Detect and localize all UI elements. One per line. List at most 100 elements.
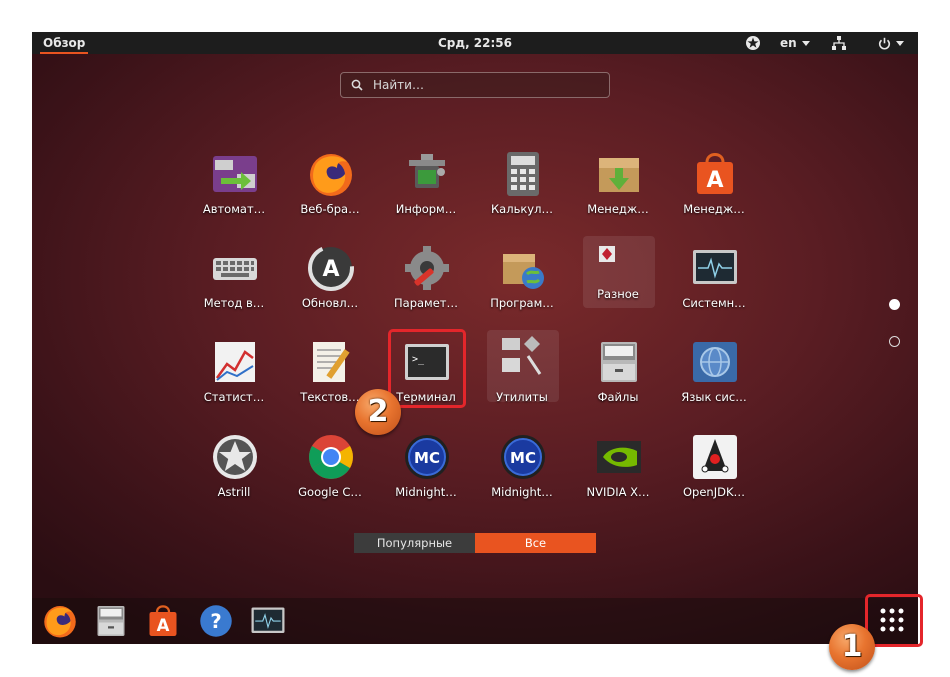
java-duke-icon: [693, 435, 737, 479]
app-info[interactable]: Информ…: [381, 138, 471, 222]
automation-icon: [213, 156, 257, 192]
app-input-method[interactable]: Метод в…: [189, 232, 279, 316]
app-label: Язык сис…: [681, 390, 747, 404]
step-badge-2: 2: [355, 389, 401, 435]
utilities-folder-icon: [502, 336, 542, 375]
archive-box-icon: [599, 158, 639, 192]
desktop-screen: Обзор Срд, 22:56 en Автомат… Веб-бра… Ин…: [32, 32, 918, 644]
app-label: Менедж…: [683, 202, 745, 216]
chrome-icon: [309, 435, 353, 479]
app-firefox[interactable]: Веб-бра…: [285, 138, 375, 222]
app-label: Метод в…: [203, 296, 265, 310]
app-files[interactable]: Файлы: [573, 326, 663, 410]
app-label: Системн…: [682, 296, 746, 310]
help-icon[interactable]: ?: [198, 603, 234, 639]
app-label: Информ…: [395, 202, 457, 216]
dock: A ?: [32, 598, 918, 644]
file-cabinet-icon: [601, 342, 637, 382]
app-label: Автомат…: [202, 202, 266, 216]
app-nvidia-settings[interactable]: NVIDIA X…: [573, 421, 663, 505]
app-label: Статист…: [203, 390, 265, 404]
power-icon[interactable]: [878, 32, 904, 54]
top-bar: Обзор Срд, 22:56 en: [32, 32, 918, 54]
software-bag-icon[interactable]: A: [145, 603, 181, 639]
page-dot[interactable]: [889, 336, 900, 347]
search-input[interactable]: [371, 77, 595, 93]
astrill-star-icon: [213, 435, 257, 479]
language-label: en: [780, 36, 797, 50]
terminal-highlight-box: [388, 329, 466, 408]
app-language-support[interactable]: Язык сис…: [669, 326, 759, 410]
step-badge-1: 1: [829, 624, 875, 670]
files-icon[interactable]: [93, 603, 129, 639]
updater-icon: A: [308, 245, 354, 291]
app-label: Midnight…: [395, 485, 457, 499]
app-midnight-commander-1[interactable]: MC Midnight…: [381, 421, 471, 505]
app-calculator[interactable]: Калькул…: [477, 138, 567, 222]
app-label: Midnight…: [491, 485, 553, 499]
software-sources-icon: [503, 254, 544, 289]
app-label: Калькул…: [491, 202, 553, 216]
system-monitor-icon[interactable]: [250, 603, 286, 639]
chevron-down-icon: [896, 40, 904, 46]
folder-misc[interactable]: Разное: [573, 232, 663, 316]
text-editor-icon: [313, 342, 350, 382]
chevron-down-icon: [801, 40, 810, 46]
app-label: Менедж…: [587, 202, 649, 216]
network-icon[interactable]: [832, 32, 846, 54]
app-label: Обновл…: [301, 296, 359, 310]
app-midnight-commander-2[interactable]: MC Midnight…: [477, 421, 567, 505]
folder-label: Утилиты: [496, 390, 548, 404]
astrill-tray-icon[interactable]: [745, 32, 761, 54]
app-settings[interactable]: Парамет…: [381, 232, 471, 316]
clock-label[interactable]: Срд, 22:56: [438, 36, 512, 50]
tab-all[interactable]: Все: [475, 533, 596, 553]
search-box[interactable]: [340, 72, 610, 98]
page-dot-active[interactable]: [889, 299, 900, 310]
folder-utilities[interactable]: Утилиты: [477, 326, 567, 410]
app-software-updater[interactable]: A Обновл…: [285, 232, 375, 316]
software-bag-icon: A: [697, 153, 733, 194]
midnight-commander-icon: MC: [501, 435, 545, 479]
app-label: Google C…: [298, 485, 362, 499]
app-software-manager[interactable]: A Менедж…: [669, 138, 759, 222]
svg-text:MC: MC: [414, 449, 440, 467]
svg-text:A: A: [157, 616, 170, 635]
svg-text:A: A: [706, 168, 723, 193]
app-archive-manager[interactable]: Менедж…: [573, 138, 663, 222]
app-system-monitor[interactable]: Системн…: [669, 232, 759, 316]
search-icon: [351, 79, 363, 91]
svg-text:MC: MC: [510, 449, 536, 467]
app-label: Парамет…: [394, 296, 458, 310]
app-software-sources[interactable]: Програм…: [477, 232, 567, 316]
keyboard-icon: [213, 258, 257, 280]
cards-icon: [599, 246, 615, 262]
app-label: Програм…: [490, 296, 554, 310]
activities-button[interactable]: Обзор: [40, 32, 89, 54]
svg-text:A: A: [322, 257, 339, 282]
svg-text:?: ?: [210, 610, 221, 633]
statistics-chart-icon: [215, 342, 255, 382]
nvidia-icon: [597, 441, 641, 473]
language-indicator[interactable]: en: [780, 32, 810, 54]
app-label: Astrill: [217, 485, 251, 499]
app-label: Веб-бра…: [300, 202, 360, 216]
calculator-icon: [507, 152, 539, 196]
system-monitor-icon: [693, 250, 737, 284]
app-statistics[interactable]: Статист…: [189, 326, 279, 410]
app-label: Файлы: [597, 390, 639, 404]
folder-label: Разное: [597, 287, 639, 301]
app-google-chrome[interactable]: Google C…: [285, 421, 375, 505]
view-switcher: Популярные Все: [354, 533, 596, 553]
app-label: OpenJDK…: [682, 485, 745, 499]
app-openjdk[interactable]: OpenJDK…: [669, 421, 759, 505]
midnight-commander-icon: MC: [405, 435, 449, 479]
tab-popular[interactable]: Популярные: [354, 533, 475, 553]
language-globe-icon: [693, 342, 737, 382]
app-automation[interactable]: Автомат…: [189, 138, 279, 222]
firefox-icon[interactable]: [42, 603, 78, 639]
app-label: NVIDIA X…: [586, 485, 650, 499]
hardware-info-icon: [409, 154, 445, 188]
settings-gear-icon: [405, 246, 449, 290]
app-astrill[interactable]: Astrill: [189, 421, 279, 505]
